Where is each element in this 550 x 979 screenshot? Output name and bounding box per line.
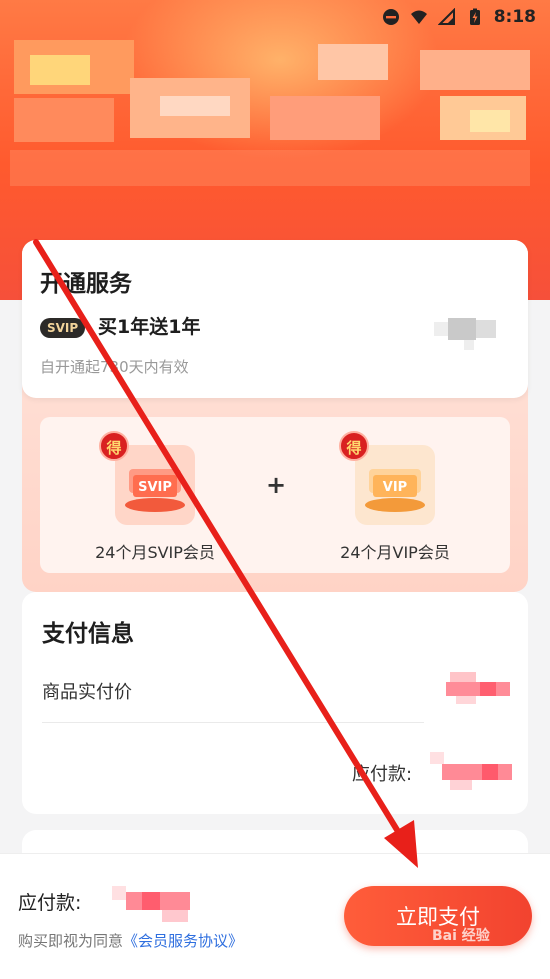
plus-sign: +	[266, 471, 287, 499]
agreement-prefix: 购买即视为同意	[18, 932, 124, 950]
bottom-due-label: 应付款:	[18, 892, 82, 914]
actual-price-label: 商品实付价	[42, 682, 132, 703]
svip-gift-icon: SVIP	[125, 469, 185, 512]
actual-price-pixelated	[446, 672, 512, 706]
do-not-disturb-icon	[382, 9, 399, 25]
benefit-vip-label: 24个月VIP会员	[340, 543, 450, 562]
baidu-jingyan-watermark: Bai 经验	[432, 928, 490, 944]
payment-info-card: 支付信息 商品实付价 应付款:	[22, 592, 528, 814]
bottom-checkout-bar: 应付款: 购买即视为同意《会员服务协议》 立即支付	[0, 853, 550, 979]
service-title: 开通服务	[40, 271, 132, 297]
plan-name: 买1年送1年	[98, 316, 201, 338]
vip-tile-text: VIP	[383, 480, 407, 495]
agreement-text: 购买即视为同意《会员服务协议》	[18, 930, 243, 951]
benefits-panel: 得 SVIP 24个月SVIP会员 + 得 VIP 24个月VIP会员	[40, 417, 510, 573]
svip-badge: SVIP	[40, 318, 86, 338]
amount-due-label: 应付款:	[352, 764, 413, 785]
benefit-svip-label: 24个月SVIP会员	[95, 543, 215, 562]
svip-gift-tile: 得 SVIP	[99, 431, 195, 525]
payment-info-title: 支付信息	[42, 621, 134, 647]
amount-due-pixelated	[430, 752, 512, 792]
status-bar: 8:18	[350, 0, 550, 34]
bottom-due-amount-pixelated	[112, 884, 194, 924]
wifi-icon	[410, 10, 427, 24]
benefit-svip: 得 SVIP 24个月SVIP会员	[80, 431, 230, 563]
plan-validity: 自开通起730天内有效	[40, 358, 189, 376]
vip-gift-tile: 得 VIP	[339, 431, 435, 525]
vip-gift-icon: VIP	[365, 469, 425, 512]
service-agreement-link[interactable]: 《会员服务协议》	[123, 932, 243, 950]
gift-badge-icon: 得	[99, 431, 129, 461]
battery-charging-icon	[469, 8, 480, 25]
plan-price-pixelated	[434, 318, 510, 350]
svip-tile-text: SVIP	[138, 480, 172, 495]
cellular-signal-icon	[437, 8, 455, 25]
service-card: 开通服务 SVIP 买1年送1年 自开通起730天内有效	[22, 240, 528, 398]
gift-badge-icon: 得	[339, 431, 369, 461]
payment-divider	[42, 722, 424, 723]
status-time: 8:18	[493, 7, 536, 27]
benefit-vip: 得 VIP 24个月VIP会员	[320, 431, 470, 563]
